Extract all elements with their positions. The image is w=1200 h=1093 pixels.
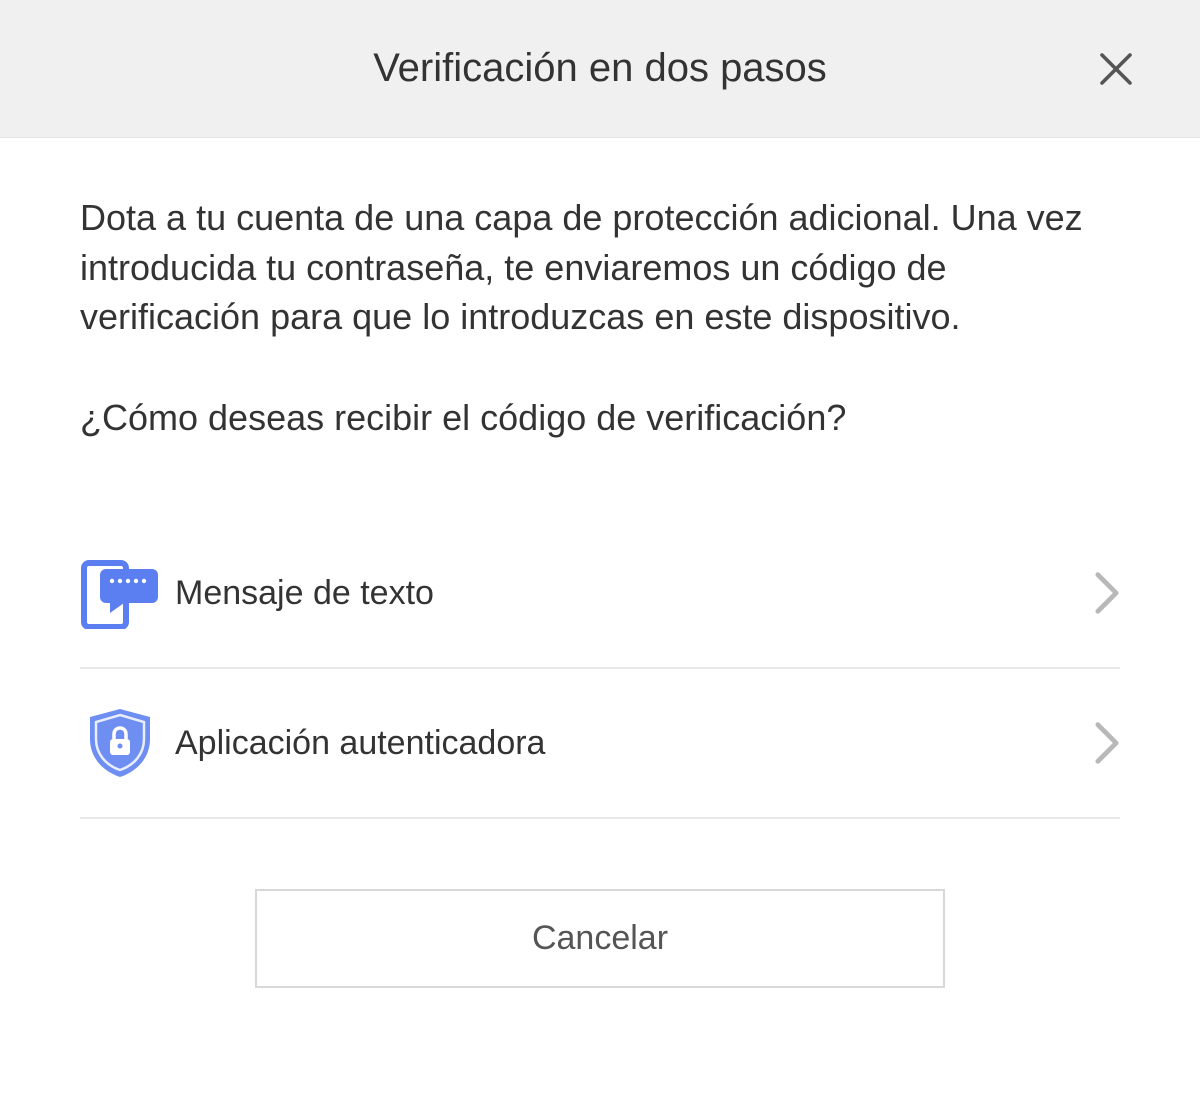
option-label: Mensaje de texto xyxy=(175,574,1094,613)
phone-message-icon xyxy=(80,553,175,633)
chevron-right-icon xyxy=(1094,721,1120,765)
dialog-footer: Cancelar xyxy=(80,889,1120,988)
description-text: Dota a tu cuenta de una capa de protecci… xyxy=(80,193,1120,342)
cancel-button[interactable]: Cancelar xyxy=(255,889,945,988)
option-authenticator-app[interactable]: Aplicación autenticadora xyxy=(80,669,1120,819)
option-label: Aplicación autenticadora xyxy=(175,724,1094,763)
close-button[interactable] xyxy=(1092,45,1140,93)
dialog-header: Verificación en dos pasos xyxy=(0,0,1200,138)
options-list: Mensaje de texto Aplicación aut xyxy=(80,519,1120,819)
chevron-right-icon xyxy=(1094,571,1120,615)
close-icon xyxy=(1092,45,1140,93)
question-text: ¿Cómo deseas recibir el código de verifi… xyxy=(80,397,1120,439)
shield-lock-icon xyxy=(80,703,175,783)
option-text-message[interactable]: Mensaje de texto xyxy=(80,519,1120,669)
dialog-title: Verificación en dos pasos xyxy=(373,46,827,91)
dialog-content: Dota a tu cuenta de una capa de protecci… xyxy=(0,138,1200,988)
